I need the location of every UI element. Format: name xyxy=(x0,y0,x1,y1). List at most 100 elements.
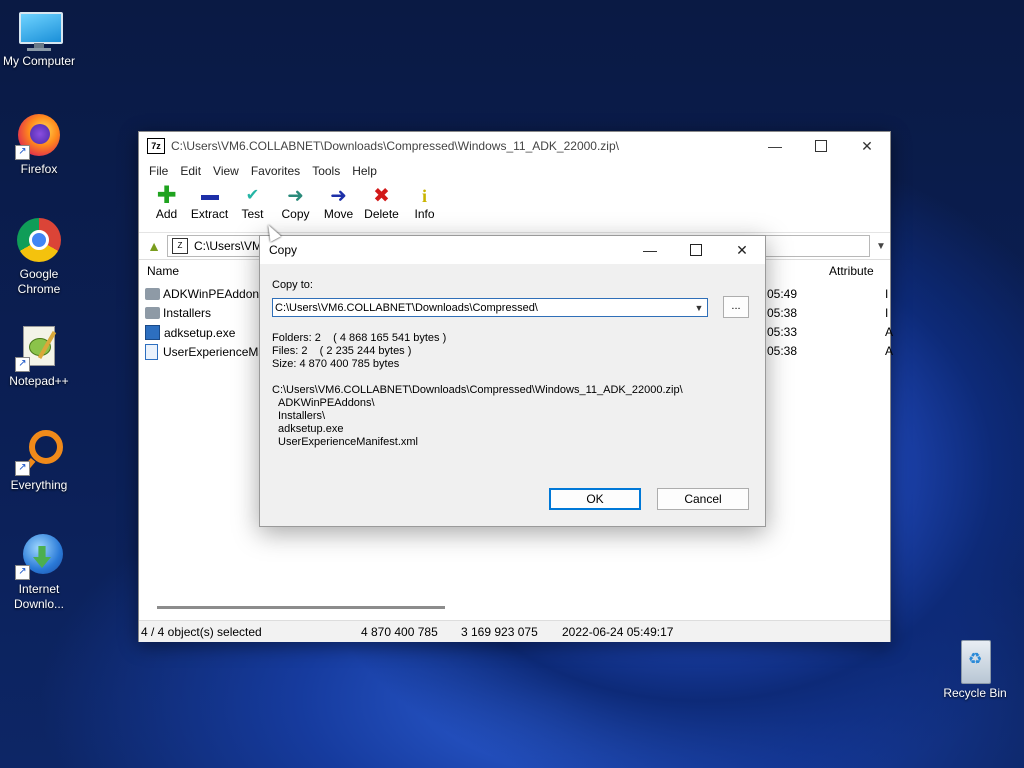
delete-button[interactable]: ✖ Delete xyxy=(360,182,403,221)
file-name: Installers xyxy=(163,306,212,320)
xml-file-icon xyxy=(145,344,158,360)
x-icon: ✖ xyxy=(373,185,390,207)
recycle-bin-icon: ♻ xyxy=(951,640,999,688)
add-label: Add xyxy=(155,207,178,221)
column-attributes[interactable]: Attribute xyxy=(829,264,874,278)
maximize-icon xyxy=(815,140,827,152)
delete-label: Delete xyxy=(364,207,399,221)
chevron-down-icon[interactable]: ▼ xyxy=(691,303,707,313)
browse-button[interactable]: ... xyxy=(723,296,749,318)
folder-up-button[interactable]: ▲ xyxy=(143,236,165,256)
file-attr: I xyxy=(885,287,889,301)
dialog-title: Copy xyxy=(269,243,298,257)
maximize-button[interactable] xyxy=(798,132,844,160)
desktop-icon-internet-download[interactable]: ↗ Internet Downlo... xyxy=(0,532,78,612)
desktop-icon-label: Google Chrome xyxy=(17,267,61,296)
exe-file-icon xyxy=(145,325,160,340)
shortcut-arrow-icon: ↗ xyxy=(15,145,30,160)
shortcut-arrow-icon: ↗ xyxy=(15,461,30,476)
copy-to-label: Copy to: xyxy=(272,279,313,291)
plus-icon: ✚ xyxy=(156,182,177,209)
file-name: UserExperienceMa xyxy=(163,345,266,359)
destination-path-combobox[interactable]: C:\Users\VM6.COLLABNET\Downloads\Compres… xyxy=(272,298,708,317)
add-button[interactable]: ✚ Add xyxy=(145,182,188,222)
info-button[interactable]: i Info xyxy=(403,182,446,221)
desktop-icon-recycle-bin[interactable]: ♻ Recycle Bin xyxy=(936,640,1014,701)
window-title: C:\Users\VM6.COLLABNET\Downloads\Compres… xyxy=(171,139,619,153)
firefox-icon: ↗ xyxy=(15,112,63,160)
source-item: adksetup.exe xyxy=(278,423,344,435)
dialog-titlebar[interactable]: Copy — ✕ xyxy=(260,236,765,264)
minimize-button[interactable]: — xyxy=(752,132,798,160)
folders-summary: Folders: 2 ( 4 868 165 541 bytes ) xyxy=(272,332,447,344)
test-button[interactable]: ✔ Test xyxy=(231,182,274,221)
desktop-icon-chrome[interactable]: Google Chrome xyxy=(0,217,78,297)
menu-bar: File Edit View Favorites Tools Help xyxy=(139,160,890,182)
dialog-minimize-button[interactable]: — xyxy=(627,236,673,264)
status-bar: 4 / 4 object(s) selected 4 870 400 785 3… xyxy=(139,620,890,642)
file-time: 05:38 xyxy=(767,306,798,320)
menu-favorites[interactable]: Favorites xyxy=(245,164,306,178)
file-attr: I xyxy=(885,306,889,320)
archive-icon: Z xyxy=(172,238,188,254)
ok-button[interactable]: OK xyxy=(549,488,641,510)
minus-icon xyxy=(188,186,231,206)
menu-tools[interactable]: Tools xyxy=(306,164,346,178)
desktop-icon-my-computer[interactable]: My Computer xyxy=(0,10,78,69)
close-icon: ✕ xyxy=(861,137,873,154)
status-packed-size: 3 169 923 075 xyxy=(461,625,538,639)
move-label: Move xyxy=(323,207,354,221)
copy-button[interactable]: ➜ Copy xyxy=(274,182,317,221)
cancel-button[interactable]: Cancel xyxy=(657,488,749,510)
file-time: 05:33 xyxy=(767,325,798,339)
minimize-icon: — xyxy=(643,242,657,258)
menu-view[interactable]: View xyxy=(207,164,245,178)
app-7z-icon: 7z xyxy=(147,138,165,154)
source-archive-path: C:\Users\VM6.COLLABNET\Downloads\Compres… xyxy=(272,384,683,396)
info-label: Info xyxy=(414,207,435,221)
source-item: UserExperienceManifest.xml xyxy=(278,436,418,448)
menu-edit[interactable]: Edit xyxy=(174,164,207,178)
extract-button[interactable]: Extract xyxy=(188,182,231,221)
menu-file[interactable]: File xyxy=(143,164,174,178)
toolbar: ✚ Add Extract ✔ Test ➜ Copy ➜ Move ✖ Del… xyxy=(139,182,890,233)
file-attr: A xyxy=(885,344,894,358)
desktop-icon-label: Internet Downlo... xyxy=(13,582,65,611)
file-time: 05:49 xyxy=(767,287,798,301)
source-item: Installers\ xyxy=(278,410,326,422)
magnifier-icon: ↗ xyxy=(15,428,63,476)
desktop-icon-everything[interactable]: ↗ Everything xyxy=(0,428,78,493)
dialog-close-button[interactable]: ✕ xyxy=(719,236,765,264)
move-arrow-icon: ➜ xyxy=(330,185,347,207)
file-attr: A xyxy=(885,325,894,339)
file-name: adksetup.exe xyxy=(164,325,236,340)
desktop-icon-label: Notepad++ xyxy=(9,374,69,388)
desktop-icon-firefox[interactable]: ↗ Firefox xyxy=(0,112,78,177)
column-name[interactable]: Name xyxy=(147,264,179,278)
status-modified: 2022-06-24 05:49:17 xyxy=(562,625,674,639)
globe-download-icon: ↗ xyxy=(15,532,63,580)
desktop-icon-label: Everything xyxy=(10,478,68,492)
desktop-background: My Computer ↗ Firefox Google Chrome ↗ No… xyxy=(0,0,1024,768)
folder-up-icon: ▲ xyxy=(147,238,161,254)
status-size: 4 870 400 785 xyxy=(361,625,438,639)
address-value: C:\Users\VM xyxy=(194,239,263,253)
horizontal-scrollbar[interactable] xyxy=(157,606,445,609)
copy-label: Copy xyxy=(281,207,310,221)
notepad-plus-plus-icon: ↗ xyxy=(15,324,63,372)
source-item: ADKWinPEAddons\ xyxy=(278,397,375,409)
menu-help[interactable]: Help xyxy=(346,164,383,178)
desktop-icon-notepadpp[interactable]: ↗ Notepad++ xyxy=(0,324,78,389)
chevron-down-icon[interactable]: ▼ xyxy=(872,241,890,252)
shortcut-arrow-icon: ↗ xyxy=(15,357,30,372)
move-button[interactable]: ➜ Move xyxy=(317,182,360,221)
dialog-maximize-button[interactable] xyxy=(673,236,719,264)
destination-path-value: C:\Users\VM6.COLLABNET\Downloads\Compres… xyxy=(275,301,538,314)
close-icon: ✕ xyxy=(736,241,748,258)
files-summary: Files: 2 ( 2 235 244 bytes ) xyxy=(272,345,412,357)
info-icon: i xyxy=(421,186,427,206)
close-button[interactable]: ✕ xyxy=(844,132,890,160)
monitor-icon xyxy=(15,10,63,58)
window-titlebar[interactable]: 7z C:\Users\VM6.COLLABNET\Downloads\Comp… xyxy=(139,132,890,160)
check-icon: ✔ xyxy=(245,187,260,204)
